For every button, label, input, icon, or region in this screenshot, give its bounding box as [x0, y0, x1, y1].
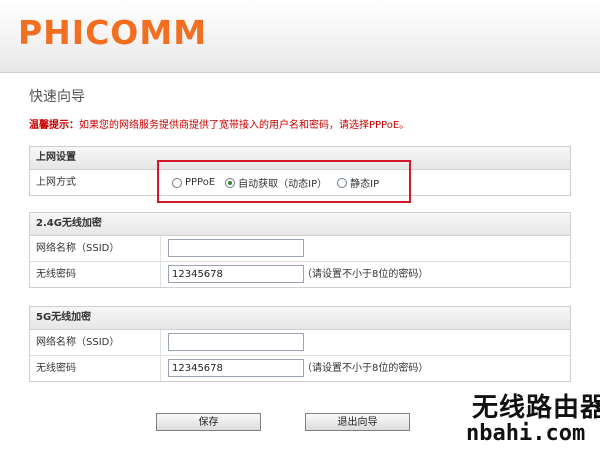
header-bar: PHICOMM — [0, 0, 600, 73]
wifi-5g-ssid-row: 网络名称（SSID） — [30, 330, 570, 356]
connection-mode-label: 上网方式 — [36, 177, 76, 188]
wifi-5g-title: 5G无线加密 — [30, 307, 570, 330]
wifi-24g-title: 2.4G无线加密 — [30, 213, 570, 236]
wifi-5g-password-input[interactable] — [168, 359, 304, 377]
watermark-site: nbahi.com — [466, 421, 586, 446]
wifi-5g-password-row: 无线密码 （请设置不小于8位的密码） — [30, 356, 570, 381]
wifi-24g-password-hint: （请设置不小于8位的密码） — [302, 269, 429, 280]
wifi-5g-password-hint: （请设置不小于8位的密码） — [302, 363, 429, 374]
wifi-24g-password-input[interactable] — [168, 265, 304, 283]
wifi-24g-password-label: 无线密码 — [36, 269, 76, 280]
tip-text: 如果您的网络服务提供商提供了宽带接入的用户名和密码，请选择PPPoE。 — [79, 120, 410, 131]
wifi-24g-ssid-row: 网络名称（SSID） — [30, 236, 570, 262]
save-button[interactable]: 保存 — [156, 413, 261, 431]
brand-logo: PHICOMM — [18, 13, 208, 52]
page-title: 快速向导 — [29, 89, 85, 105]
wifi-5g-ssid-input[interactable] — [168, 333, 304, 351]
exit-wizard-button[interactable]: 退出向导 — [305, 413, 410, 431]
wifi-5g-password-label: 无线密码 — [36, 363, 76, 374]
tip-label: 温馨提示： — [29, 120, 79, 131]
tip-message: 温馨提示：如果您的网络服务提供商提供了宽带接入的用户名和密码，请选择PPPoE。 — [29, 116, 409, 131]
wifi-24g-ssid-input[interactable] — [168, 239, 304, 257]
wifi-5g-ssid-label: 网络名称（SSID） — [36, 337, 120, 348]
wifi-5g-section: 5G无线加密 网络名称（SSID） 无线密码 （请设置不小于8位的密码） — [29, 306, 571, 382]
wifi-24g-password-row: 无线密码 （请设置不小于8位的密码） — [30, 262, 570, 287]
wifi-24g-section: 2.4G无线加密 网络名称（SSID） 无线密码 （请设置不小于8位的密码） — [29, 212, 571, 288]
highlight-box — [157, 160, 411, 203]
watermark-title: 无线路由器 — [472, 393, 600, 423]
wifi-24g-ssid-label: 网络名称（SSID） — [36, 243, 120, 254]
